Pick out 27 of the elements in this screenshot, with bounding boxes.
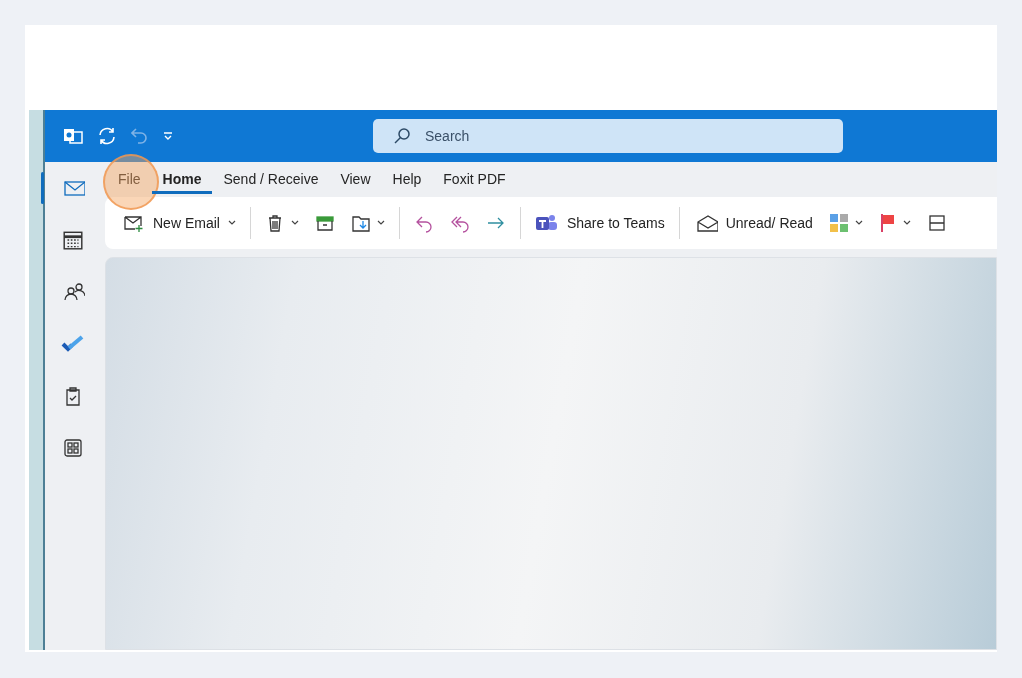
caret-icon [227,220,236,226]
folder-arrow-icon [350,213,371,233]
caret-icon [290,220,299,226]
menu-tab[interactable]: View [329,165,382,194]
menu-tab[interactable]: Home [151,165,213,194]
caret-icon [854,220,863,226]
search-field[interactable]: Search [373,119,843,153]
menu-tab[interactable]: File [107,165,152,194]
customize-toolbar-icon[interactable] [163,131,173,141]
caret-icon [376,220,385,226]
teams-icon [534,213,559,233]
search-icon [393,127,411,145]
menu-tab[interactable]: Help [381,165,433,194]
refresh-icon[interactable] [97,126,117,146]
menu-tab[interactable]: Foxit PDF [432,165,517,194]
mail-app-icon[interactable] [63,126,83,146]
search-placeholder: Search [425,128,470,144]
menu-tab[interactable]: Send / Receive [212,165,330,194]
box-icon [926,213,947,233]
archive-box-icon [314,213,335,233]
envelope-plus-icon [121,213,145,233]
toolbar-button[interactable]: New Email [119,213,238,233]
flag-icon [878,213,897,233]
color-grid-icon [828,213,849,233]
caret-icon [902,220,911,226]
toolbar-button[interactable]: Unread/ Read [691,213,815,233]
toolbar-button[interactable]: Share to Teams [532,213,667,233]
